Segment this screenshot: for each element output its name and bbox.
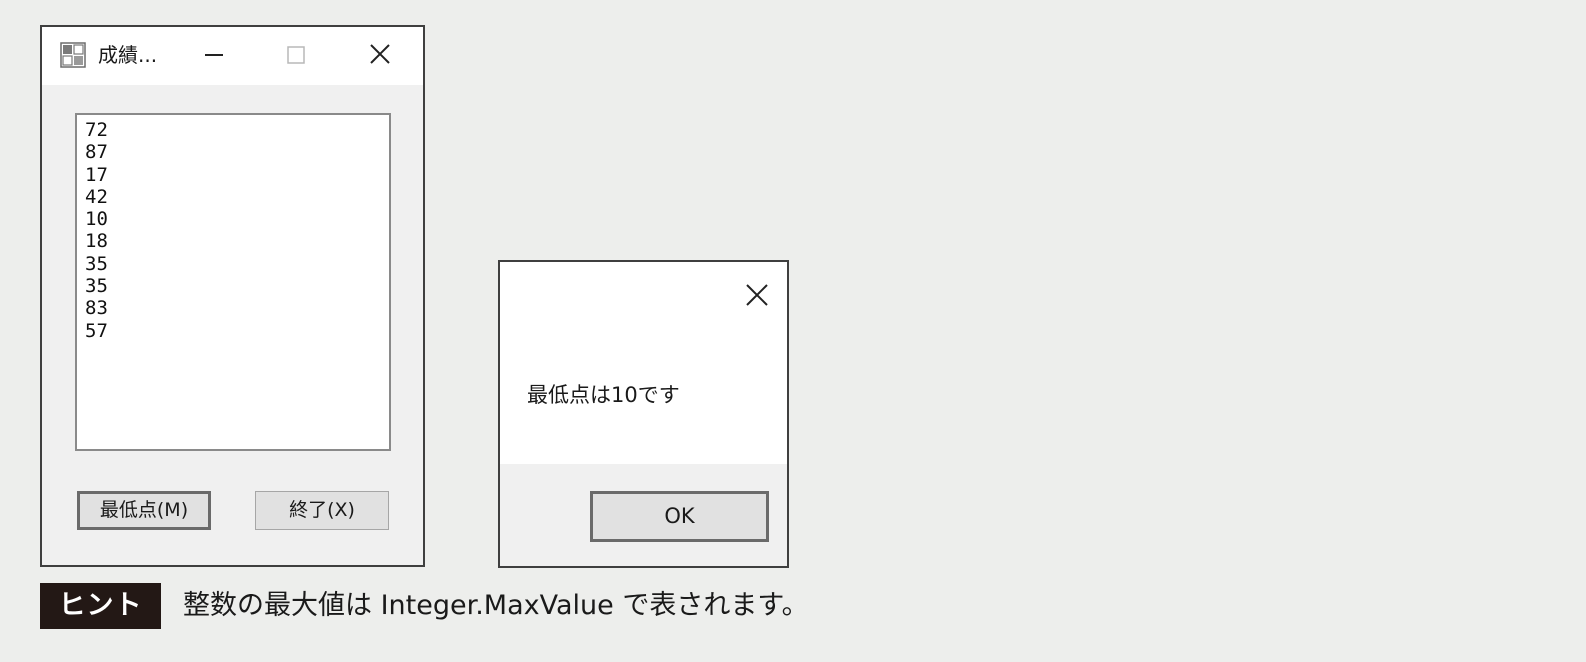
- minimize-icon[interactable]: [196, 39, 232, 71]
- list-item[interactable]: 57: [85, 320, 389, 342]
- ok-button[interactable]: OK: [590, 491, 769, 542]
- min-score-button[interactable]: 最低点(M): [77, 491, 211, 530]
- exit-button[interactable]: 終了(X): [255, 491, 389, 530]
- hint-text: 整数の最大値は Integer.MaxValue で表されます。: [183, 590, 809, 621]
- main-window: 成績... 72 87 17 42 10 18 35 35 83 57 最低点(…: [40, 25, 425, 567]
- close-icon[interactable]: [362, 39, 398, 71]
- maximize-icon[interactable]: [278, 39, 314, 71]
- list-item[interactable]: 72: [85, 119, 389, 141]
- list-item[interactable]: 83: [85, 297, 389, 319]
- close-icon[interactable]: [742, 280, 772, 310]
- list-item[interactable]: 42: [85, 186, 389, 208]
- score-listbox[interactable]: 72 87 17 42 10 18 35 35 83 57: [75, 113, 391, 451]
- message-area: 最低点は10です: [500, 262, 787, 464]
- window-title: 成績...: [98, 43, 158, 67]
- message-text: 最低点は10です: [527, 383, 680, 407]
- list-item[interactable]: 18: [85, 230, 389, 252]
- list-item[interactable]: 17: [85, 164, 389, 186]
- hint-badge: ヒント: [40, 583, 161, 629]
- list-item[interactable]: 87: [85, 141, 389, 163]
- list-item[interactable]: 35: [85, 253, 389, 275]
- message-box: 最低点は10です OK: [498, 260, 789, 568]
- list-item[interactable]: 35: [85, 275, 389, 297]
- app-icon: [60, 42, 86, 68]
- title-bar[interactable]: 成績...: [42, 27, 423, 85]
- list-item[interactable]: 10: [85, 208, 389, 230]
